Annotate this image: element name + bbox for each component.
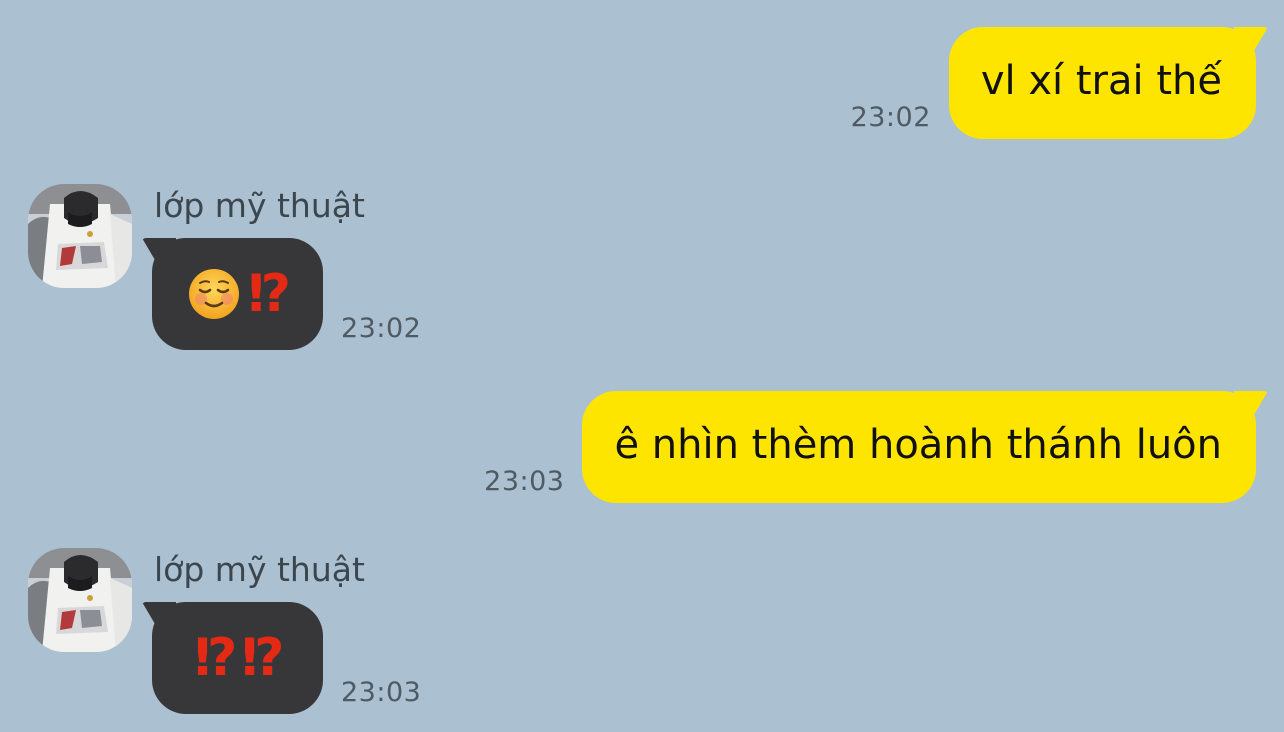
message-row-incoming: lớp mỹ thuật ⁉ ⁉ 23:03 bbox=[28, 548, 628, 718]
smiling-blushing-face-icon bbox=[188, 269, 239, 319]
sender-name[interactable]: lớp mỹ thuật bbox=[154, 186, 365, 225]
emoji-content: ⁉ ⁉ bbox=[194, 628, 285, 688]
interrobang-icon: ⁉ bbox=[247, 264, 291, 324]
avatar-photo bbox=[28, 184, 132, 288]
incoming-message-wrapper: ⁉ ⁉ 23:03 bbox=[142, 602, 422, 714]
outgoing-message-bubble[interactable]: vl xí trai thế bbox=[948, 27, 1268, 139]
message-timestamp: 23:02 bbox=[850, 102, 931, 133]
bubble-tail bbox=[142, 238, 176, 268]
interrobang-icon: ⁉ bbox=[241, 628, 285, 688]
bubble-tail bbox=[142, 602, 176, 632]
chat-messages-list[interactable]: 23:02 vl xí trai thế lớp mỹ thuật ⁉ 23:0… bbox=[0, 0, 1284, 732]
bubble-tail bbox=[1234, 27, 1268, 57]
emoji-content: ⁉ bbox=[188, 264, 291, 324]
outgoing-message-bubble[interactable]: ê nhìn thèm hoành thánh luôn bbox=[582, 391, 1268, 503]
message-row-outgoing: 23:02 vl xí trai thế bbox=[850, 27, 1268, 139]
incoming-message-wrapper: ⁉ 23:02 bbox=[142, 238, 422, 350]
sender-name[interactable]: lớp mỹ thuật bbox=[154, 550, 365, 589]
avatar-photo bbox=[28, 548, 132, 652]
message-text: vl xí trai thế bbox=[980, 58, 1222, 104]
incoming-message-bubble[interactable]: ⁉ bbox=[142, 238, 323, 350]
message-timestamp: 23:02 bbox=[341, 313, 422, 344]
message-timestamp: 23:03 bbox=[341, 677, 422, 708]
message-text: ê nhìn thèm hoành thánh luôn bbox=[614, 422, 1222, 468]
incoming-message-bubble[interactable]: ⁉ ⁉ bbox=[142, 602, 323, 714]
message-row-incoming: lớp mỹ thuật ⁉ 23:02 bbox=[28, 184, 628, 354]
bubble-tail bbox=[1234, 391, 1268, 421]
avatar[interactable] bbox=[28, 184, 132, 288]
message-timestamp: 23:03 bbox=[484, 466, 565, 497]
interrobang-icon: ⁉ bbox=[194, 628, 237, 688]
message-row-outgoing: 23:03 ê nhìn thèm hoành thánh luôn bbox=[484, 391, 1268, 503]
avatar[interactable] bbox=[28, 548, 132, 652]
